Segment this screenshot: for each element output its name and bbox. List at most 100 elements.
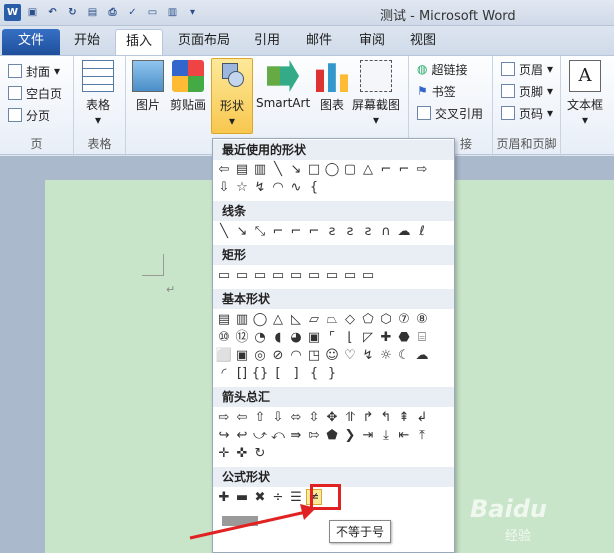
round-diagonal-rectangle-icon[interactable]: ▭ (360, 267, 376, 283)
page-break-button[interactable]: 分页 (8, 105, 50, 125)
oval-icon[interactable]: ◯ (252, 311, 268, 327)
chart-button[interactable]: 图表 (316, 60, 348, 113)
hyperlink-button[interactable]: ◍ 超链接 (417, 59, 468, 79)
curve-icon[interactable]: ∿ (288, 179, 304, 195)
bent-arrow-icon[interactable]: ↱ (360, 409, 376, 425)
curved-connector-icon[interactable]: ƨ (324, 223, 340, 239)
round-corner-rectangle-icon[interactable]: ▭ (324, 267, 340, 283)
curved-right-arrow-icon[interactable]: ↪ (216, 427, 232, 443)
chevron-icon[interactable]: ❯ (342, 427, 358, 443)
folded-corner-icon[interactable]: ◳ (306, 347, 322, 363)
right-bracket-icon[interactable]: ] (288, 365, 304, 381)
arc-icon[interactable]: ◠ (270, 179, 286, 195)
moon-icon[interactable]: ☾ (396, 347, 412, 363)
double-brace-icon[interactable]: {} (252, 365, 269, 381)
bevel-icon[interactable]: ▣ (234, 347, 250, 363)
left-right-up-arrow-icon[interactable]: ⥣ (342, 409, 358, 425)
textbox-vertical-icon[interactable]: ⇦ (216, 161, 232, 177)
left-right-arrow-callout-icon[interactable]: ✛ (216, 445, 232, 461)
heart-icon[interactable]: ♡ (342, 347, 358, 363)
star-icon[interactable]: ☆ (234, 179, 250, 195)
parallelogram-icon[interactable]: ▱ (306, 311, 322, 327)
tab-page-layout[interactable]: 页面布局 (168, 29, 240, 55)
arrow-line-icon[interactable]: ↘ (234, 223, 250, 239)
left-arrow-callout-icon[interactable]: ⇤ (396, 427, 412, 443)
tab-mailings[interactable]: 邮件 (296, 29, 342, 55)
plaque-icon[interactable]: ⬣ (396, 329, 412, 345)
octagon-icon[interactable]: ⑧ (414, 311, 430, 327)
quad-arrow-icon[interactable]: ✥ (324, 409, 340, 425)
print-icon[interactable]: ⎙ (104, 4, 121, 21)
tab-references[interactable]: 引用 (244, 29, 290, 55)
left-up-arrow-icon[interactable]: ⇞ (396, 409, 412, 425)
spelling-icon[interactable]: ✓ (124, 4, 141, 21)
tab-home[interactable]: 开始 (64, 29, 110, 55)
pentagon-icon[interactable]: ⬠ (360, 311, 376, 327)
elbow-arrow-icon[interactable]: ⌐ (396, 161, 412, 177)
up-arrow-icon[interactable]: ⇧ (252, 409, 268, 425)
triangle-icon[interactable]: △ (270, 311, 286, 327)
curved-left-arrow-icon[interactable]: ↩ (234, 427, 250, 443)
oval-icon[interactable]: ◯ (324, 161, 340, 177)
down-arrow-icon[interactable]: ⇩ (216, 179, 232, 195)
circular-arrow-icon[interactable]: ↻ (252, 445, 268, 461)
cover-page-button[interactable]: 封面 ▾ (8, 61, 60, 81)
right-arrow-icon[interactable]: ⇨ (414, 161, 430, 177)
cross-icon[interactable]: ✚ (378, 329, 394, 345)
right-triangle-icon[interactable]: ◺ (288, 311, 304, 327)
can-icon[interactable]: ⌸ (414, 329, 430, 345)
down-arrow-icon[interactable]: ⇩ (270, 409, 286, 425)
cube-icon[interactable]: ⬜ (216, 347, 232, 363)
dodecagon-icon[interactable]: ⑫ (234, 329, 250, 345)
left-bracket-icon[interactable]: [ (270, 365, 286, 381)
left-arrow-icon[interactable]: ⇦ (234, 409, 250, 425)
snip-diagonal-rectangle-icon[interactable]: ▭ (288, 267, 304, 283)
right-arrow-icon[interactable]: ⇨ (216, 409, 232, 425)
frame-icon[interactable]: ▣ (306, 329, 322, 345)
l-shape-icon[interactable]: ⌊ (342, 329, 358, 345)
arrow-line-icon[interactable]: ↘ (288, 161, 304, 177)
snip-corner-rectangle-icon[interactable]: ▭ (252, 267, 268, 283)
lightning-bolt-icon[interactable]: ↯ (360, 347, 376, 363)
footer-button[interactable]: 页脚 ▾ (501, 81, 553, 101)
trapezoid-icon[interactable]: ⏢ (324, 311, 340, 327)
hexagon-icon[interactable]: ⬡ (378, 311, 394, 327)
up-arrow-callout-icon[interactable]: ⤒ (414, 427, 430, 443)
pentagon-arrow-icon[interactable]: ⬟ (324, 427, 340, 443)
curved-up-arrow-icon[interactable]: ⤻ (252, 427, 268, 443)
no-symbol-icon[interactable]: ⊘ (270, 347, 286, 363)
block-arc-icon[interactable]: ◠ (288, 347, 304, 363)
elbow-double-arrow-icon[interactable]: ⌐ (306, 223, 322, 239)
elbow-connector-icon[interactable]: ⌐ (270, 223, 286, 239)
heptagon-icon[interactable]: ⑦ (396, 311, 412, 327)
quad-arrow-callout-icon[interactable]: ✜ (234, 445, 250, 461)
header-button[interactable]: 页眉 ▾ (501, 59, 553, 79)
scribble-icon[interactable]: ℓ (414, 223, 430, 239)
elbow-connector-icon[interactable]: ⌐ (378, 161, 394, 177)
table-button[interactable]: 表格 ▾ (82, 60, 114, 127)
rectangle-icon[interactable]: ▭ (216, 267, 232, 283)
right-arrow-callout-icon[interactable]: ⇥ (360, 427, 376, 443)
left-right-arrow-icon[interactable]: ⬄ (288, 409, 304, 425)
decagon-icon[interactable]: ⑩ (216, 329, 232, 345)
tab-view[interactable]: 视图 (400, 29, 446, 55)
line-icon[interactable]: ╲ (270, 161, 286, 177)
striped-right-arrow-icon[interactable]: ⇛ (288, 427, 304, 443)
page-number-button[interactable]: 页码 ▾ (501, 103, 553, 123)
textbox-icon[interactable]: ▤ (234, 161, 250, 177)
undo-icon[interactable]: ↶ (44, 4, 61, 21)
cross-reference-button[interactable]: 交叉引用 (417, 103, 483, 123)
diamond-icon[interactable]: ◇ (342, 311, 358, 327)
half-frame-icon[interactable]: ⌜ (324, 329, 340, 345)
arc-icon[interactable]: ◜ (216, 365, 232, 381)
tab-insert[interactable]: 插入 (115, 29, 164, 55)
vertical-textbox-icon[interactable]: ▥ (234, 311, 250, 327)
shapes-button[interactable]: 形状 ▾ (211, 58, 253, 134)
round-same-side-rectangle-icon[interactable]: ▭ (342, 267, 358, 283)
lightning-icon[interactable]: ↯ (252, 179, 268, 195)
customize-qat-icon[interactable]: ▾ (184, 4, 201, 21)
rounded-rectangle-icon[interactable]: ▢ (342, 161, 358, 177)
curved-down-arrow-icon[interactable]: ⤺ (270, 427, 286, 443)
cloud-icon[interactable]: ☁ (414, 347, 430, 363)
sun-icon[interactable]: ☼ (378, 347, 394, 363)
